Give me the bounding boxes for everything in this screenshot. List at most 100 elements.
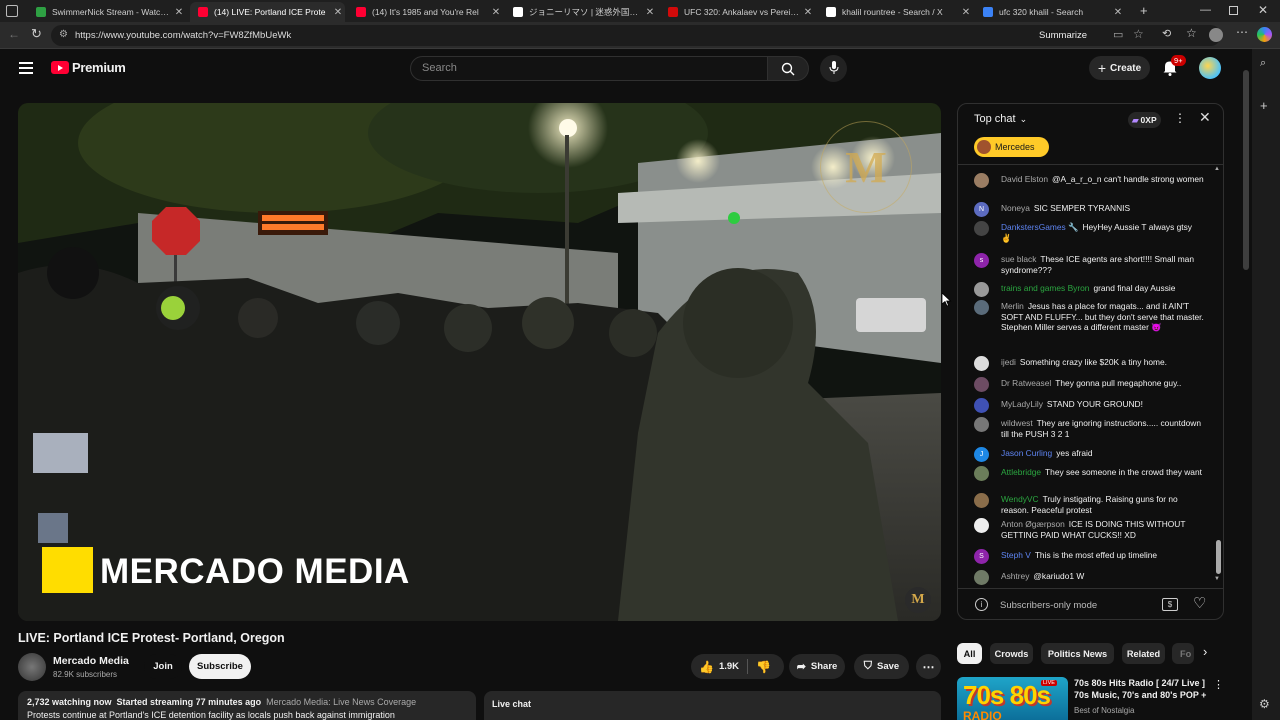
filter-chip[interactable]: Politics News [1041, 643, 1114, 664]
more-actions-button[interactable]: ⋯ [916, 654, 941, 679]
minimize-button[interactable]: — [1200, 4, 1211, 16]
chat-message[interactable]: Ashtrey @kariudo1 W [974, 570, 1204, 585]
save-button[interactable]: ⛉ Save [854, 654, 909, 679]
branding-logo-icon[interactable]: M [905, 587, 931, 613]
chat-message[interactable]: s sue black These ICE agents are short!!!!… [974, 253, 1204, 275]
chat-message[interactable]: Attlebridge They see someone in the crowd… [974, 466, 1204, 481]
tab-close-icon[interactable]: ✕ [172, 7, 186, 18]
chat-message[interactable]: WendyVC Truly instigating. Raising guns f… [974, 493, 1204, 515]
browser-tab[interactable]: (14) It's 1985 and You're Rel ✕ [348, 2, 503, 22]
filter-chip[interactable]: Fo [1172, 643, 1194, 664]
chat-author-name[interactable]: Anton Øgærpson [1001, 519, 1065, 529]
copilot-icon[interactable] [1257, 27, 1272, 42]
chat-author-name[interactable]: wildwest [1001, 418, 1033, 428]
join-button[interactable]: Join [144, 654, 182, 679]
voice-search-button[interactable] [820, 55, 847, 82]
chat-more-icon[interactable]: ⋮ [1174, 111, 1186, 125]
chat-author-avatar[interactable] [974, 518, 989, 533]
dislike-button[interactable]: 👎 [748, 660, 771, 674]
chat-author-name[interactable]: Dr Ratweasel [1001, 378, 1051, 388]
chat-author-avatar[interactable] [974, 221, 989, 236]
chat-author-avatar[interactable] [974, 417, 989, 432]
chat-message[interactable]: David Elston @A_a_r_o_n can't handle stro… [974, 173, 1204, 188]
page-scrollbar[interactable] [1243, 70, 1249, 270]
live-chat-replay-box[interactable]: Live chat [484, 691, 941, 720]
profile-avatar[interactable] [1209, 28, 1223, 42]
browser-tab[interactable]: khalil rountree - Search / X ✕ [818, 2, 973, 22]
info-icon[interactable]: i [975, 598, 988, 611]
chips-next-icon[interactable]: › [1203, 644, 1207, 659]
chat-message[interactable]: J Jason Curling yes afraid [974, 447, 1204, 462]
recommended-more-icon[interactable]: ⋮ [1213, 678, 1224, 691]
chat-author-name[interactable]: ijedi [1001, 357, 1016, 367]
chat-author-name[interactable]: Ashtrey [1001, 571, 1029, 581]
chat-author-avatar[interactable]: N [974, 202, 989, 217]
chat-message[interactable]: Merlin Jesus has a place for magats... an… [974, 300, 1204, 333]
summarize-button[interactable]: Summarize [1039, 30, 1087, 41]
chat-author-avatar[interactable] [974, 356, 989, 371]
chat-author-avatar[interactable] [974, 398, 989, 413]
chat-author-avatar[interactable] [974, 300, 989, 315]
chat-author-avatar[interactable] [974, 377, 989, 392]
chat-author-avatar[interactable]: S [974, 549, 989, 564]
chat-message[interactable]: Anton Øgærpson ICE IS DOING THIS WITHOUT … [974, 518, 1204, 540]
chat-message[interactable]: wildwest They are ignoring instructions..… [974, 417, 1204, 439]
chat-message[interactable]: S Steph V This is the most effed up timeli… [974, 549, 1204, 564]
search-icon[interactable]: ⌕ [1260, 57, 1266, 70]
tab-close-icon[interactable]: ✕ [331, 7, 345, 18]
channel-name[interactable]: Mercado Media [53, 655, 129, 667]
tab-close-icon[interactable]: ✕ [801, 7, 815, 18]
chat-author-avatar[interactable]: J [974, 447, 989, 462]
chat-author-name[interactable]: David Elston [1001, 174, 1048, 184]
tab-close-icon[interactable]: ✕ [959, 7, 973, 18]
filter-chip[interactable]: Crowds [990, 643, 1033, 664]
chat-author-avatar[interactable]: s [974, 253, 989, 268]
chat-message[interactable]: Dr Ratweasel They gonna pull megaphone gu… [974, 377, 1204, 392]
browser-tab[interactable]: (14) LIVE: Portland ICE Prote ✕ [190, 2, 345, 22]
back-icon[interactable]: ← [8, 27, 20, 41]
chat-scroll-up-icon[interactable]: ▲ [1214, 166, 1220, 172]
favorites-icon[interactable]: ☆ [1186, 26, 1197, 40]
browser-menu-icon[interactable]: ⋯ [1236, 25, 1248, 39]
chat-scroll-down-icon[interactable]: ▼ [1214, 576, 1220, 582]
browser-tab[interactable]: SwimmerNick Stream - Watch Li ✕ [28, 2, 186, 22]
close-window-button[interactable]: ✕ [1258, 3, 1268, 17]
chat-author-name[interactable]: Noneya [1001, 203, 1030, 213]
tab-close-icon[interactable]: ✕ [1111, 7, 1125, 18]
chat-author-name[interactable]: Jason Curling [1001, 448, 1052, 458]
chat-author-name[interactable]: WendyVC [1001, 494, 1039, 504]
browser-tab[interactable]: ジョニーリマソ | 迷惑外国人撲滅 (@✕ [505, 2, 657, 22]
recommended-video-item[interactable]: 70s 80s RADIO LIVE 70s 80s Hits Radio [ … [957, 677, 1224, 720]
new-tab-button[interactable]: + [1140, 3, 1148, 18]
chat-message[interactable]: trains and games Byron grand final day Au… [974, 282, 1204, 297]
filter-chip[interactable]: Related [1122, 643, 1165, 664]
filter-chip[interactable]: All [957, 643, 982, 664]
share-button[interactable]: ➦ Share [789, 654, 845, 679]
browser-tab[interactable]: UFC 320: Ankalaev vs Pereira 2 | ✕ [660, 2, 815, 22]
chat-author-avatar[interactable] [974, 493, 989, 508]
chat-message[interactable]: N Noneya SIC SEMPER TYRANNIS [974, 202, 1204, 217]
bookmark-star-icon[interactable]: ☆ [1133, 27, 1144, 41]
super-chat-icon[interactable]: $ [1162, 598, 1178, 611]
create-button[interactable]: + Create [1089, 56, 1150, 80]
settings-icon[interactable]: ⚙ [1259, 697, 1270, 711]
extensions-icon[interactable]: ⟲ [1162, 27, 1171, 40]
like-button[interactable]: 👍 1.9K [691, 660, 739, 674]
chat-author-name[interactable]: Merlin [1001, 301, 1024, 311]
youtube-logo[interactable]: Premium [51, 60, 126, 75]
chat-message[interactable]: MyLadyLily STAND YOUR GROUND! [974, 398, 1204, 413]
chat-author-name[interactable]: Steph V [1001, 550, 1031, 560]
recommended-thumbnail[interactable]: 70s 80s RADIO LIVE [957, 677, 1068, 720]
chat-message[interactable]: ijedi Something crazy like $20K a tiny ho… [974, 356, 1204, 371]
reader-icon[interactable]: ▭ [1113, 28, 1123, 41]
chat-author-avatar[interactable] [974, 570, 989, 585]
chat-author-avatar[interactable] [974, 282, 989, 297]
description-box[interactable]: 2,732 watching now Started streaming 77 … [18, 691, 476, 720]
reload-icon[interactable]: ↻ [31, 26, 42, 42]
add-sidebar-icon[interactable]: + [1260, 98, 1268, 113]
chat-author-name[interactable]: Attlebridge [1001, 467, 1041, 477]
search-input[interactable]: Search [410, 56, 768, 81]
search-button[interactable] [767, 56, 809, 81]
chat-message[interactable]: DankstersGames 🔧 HeyHey Aussie T always g… [974, 221, 1204, 243]
hamburger-menu-icon[interactable] [19, 62, 33, 74]
